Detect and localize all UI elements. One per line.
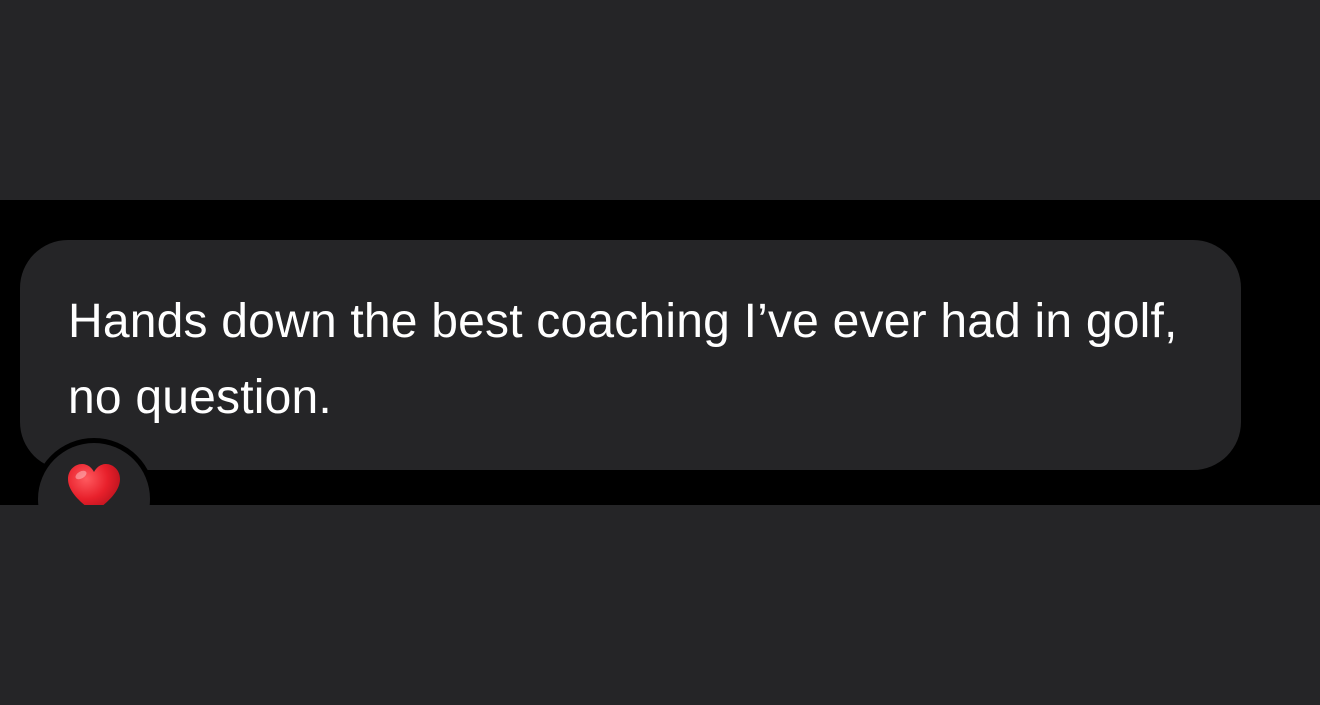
message-text: Hands down the best coaching I’ve ever h… [68, 295, 1178, 424]
message-row: Hands down the best coaching I’ve ever h… [0, 200, 1320, 505]
red-heart-icon [68, 464, 120, 505]
message-bubble[interactable]: Hands down the best coaching I’ve ever h… [20, 240, 1241, 470]
bottom-background [0, 505, 1320, 705]
top-background [0, 0, 1320, 200]
